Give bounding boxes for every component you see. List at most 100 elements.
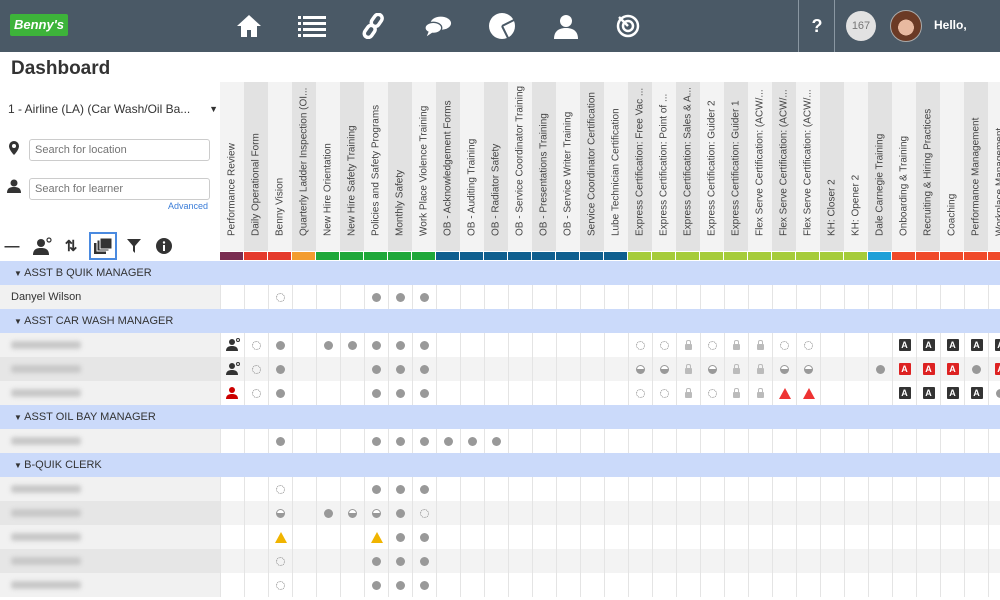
grid-cell[interactable]: [772, 285, 796, 309]
grid-cell[interactable]: [748, 525, 772, 549]
grid-cell[interactable]: [820, 501, 844, 525]
grid-cell[interactable]: [916, 549, 940, 573]
grid-cell[interactable]: [244, 573, 268, 597]
grid-cell[interactable]: [988, 381, 1000, 405]
grid-cell[interactable]: [892, 525, 916, 549]
grid-cell[interactable]: [844, 333, 868, 357]
grid-cell[interactable]: [508, 477, 532, 501]
learner-name[interactable]: [0, 501, 220, 525]
grid-cell[interactable]: [796, 429, 820, 453]
grid-cell[interactable]: [508, 525, 532, 549]
grid-cell[interactable]: [556, 501, 580, 525]
grid-cell[interactable]: [244, 381, 268, 405]
grid-cell[interactable]: [268, 285, 292, 309]
column-header[interactable]: Onboarding & Training: [892, 82, 916, 251]
grid-cell[interactable]: [364, 285, 388, 309]
grid-cell[interactable]: [724, 501, 748, 525]
grid-cell[interactable]: [364, 573, 388, 597]
grid-cell[interactable]: [316, 573, 340, 597]
grid-cell[interactable]: [652, 429, 676, 453]
grid-cell[interactable]: [364, 525, 388, 549]
grid-cell[interactable]: [676, 381, 700, 405]
grid-cell[interactable]: [748, 285, 772, 309]
grid-cell[interactable]: [748, 333, 772, 357]
collapse-icon[interactable]: —: [4, 235, 20, 257]
grid-cell[interactable]: [484, 429, 508, 453]
grid-cell[interactable]: [628, 573, 652, 597]
notification-badge[interactable]: 167: [846, 11, 876, 41]
grid-cell[interactable]: [724, 429, 748, 453]
grid-cell[interactable]: [868, 285, 892, 309]
grid-cell[interactable]: [580, 285, 604, 309]
grid-cell[interactable]: [292, 285, 316, 309]
grid-cell[interactable]: [676, 357, 700, 381]
column-header[interactable]: KH: Closer 2: [820, 82, 844, 251]
grid-cell[interactable]: [628, 381, 652, 405]
grid-cell[interactable]: [436, 525, 460, 549]
grid-cell[interactable]: [412, 573, 436, 597]
grid-cell[interactable]: [868, 501, 892, 525]
grid-cell[interactable]: [580, 549, 604, 573]
grid-cell[interactable]: [292, 525, 316, 549]
grid-cell[interactable]: [412, 525, 436, 549]
grid-cell[interactable]: [772, 501, 796, 525]
user-icon[interactable]: [552, 12, 580, 40]
grid-cell[interactable]: [532, 285, 556, 309]
grid-cell[interactable]: [724, 333, 748, 357]
grid-cell[interactable]: [556, 285, 580, 309]
grid-cell[interactable]: [388, 381, 412, 405]
grid-cell[interactable]: A: [940, 381, 964, 405]
grid-cell[interactable]: [340, 501, 364, 525]
grid-cell[interactable]: [844, 381, 868, 405]
grid-cell[interactable]: [316, 333, 340, 357]
grid-cell[interactable]: [340, 333, 364, 357]
grid-cell[interactable]: [340, 429, 364, 453]
avatar[interactable]: [890, 10, 922, 42]
grid-cell[interactable]: [484, 285, 508, 309]
grid-cell[interactable]: [628, 285, 652, 309]
grid-cell[interactable]: [820, 333, 844, 357]
grid-cell[interactable]: [820, 285, 844, 309]
grid-cell[interactable]: [796, 381, 820, 405]
grid-cell[interactable]: [364, 477, 388, 501]
column-header[interactable]: Policies and Safety Programs: [364, 82, 388, 251]
grid-cell[interactable]: [244, 501, 268, 525]
grid-cell[interactable]: [748, 501, 772, 525]
grid-cell[interactable]: [604, 477, 628, 501]
column-header[interactable]: OB - Acknowledgement Forms: [436, 82, 460, 251]
grid-cell[interactable]: [412, 357, 436, 381]
grid-cell[interactable]: [964, 357, 988, 381]
grid-cell[interactable]: [436, 549, 460, 573]
grid-cell[interactable]: [364, 549, 388, 573]
grid-cell[interactable]: [772, 333, 796, 357]
grid-cell[interactable]: [244, 357, 268, 381]
grid-cell[interactable]: [244, 429, 268, 453]
grid-cell[interactable]: [556, 549, 580, 573]
grid-cell[interactable]: [460, 381, 484, 405]
grid-cell[interactable]: A: [964, 333, 988, 357]
grid-cell[interactable]: A: [916, 381, 940, 405]
column-header[interactable]: OB - Presentations Training: [532, 82, 556, 251]
grid-cell[interactable]: [292, 429, 316, 453]
grid-cell[interactable]: [700, 501, 724, 525]
grid-cell[interactable]: [268, 333, 292, 357]
grid-cell[interactable]: [460, 285, 484, 309]
grid-cell[interactable]: [676, 501, 700, 525]
column-header[interactable]: Express Certification: Guider 1: [724, 82, 748, 251]
column-header[interactable]: Performance Review: [220, 82, 244, 251]
filter-icon[interactable]: [126, 235, 142, 257]
grid-cell[interactable]: [340, 525, 364, 549]
grid-cell[interactable]: [268, 573, 292, 597]
group-header[interactable]: ▼ ASST CAR WASH MANAGER: [0, 309, 1000, 333]
grid-cell[interactable]: [220, 285, 244, 309]
grid-cell[interactable]: [388, 357, 412, 381]
grid-cell[interactable]: [820, 477, 844, 501]
column-header[interactable]: Dale Carnegie Training: [868, 82, 892, 251]
column-header[interactable]: Performance Management: [964, 82, 988, 251]
grid-cell[interactable]: [340, 549, 364, 573]
grid-cell[interactable]: [268, 429, 292, 453]
column-header[interactable]: Flex Serve Certification: (ACW/...: [772, 82, 796, 251]
grid-cell[interactable]: [868, 429, 892, 453]
grid-cell[interactable]: [772, 477, 796, 501]
grid-cell[interactable]: [652, 357, 676, 381]
